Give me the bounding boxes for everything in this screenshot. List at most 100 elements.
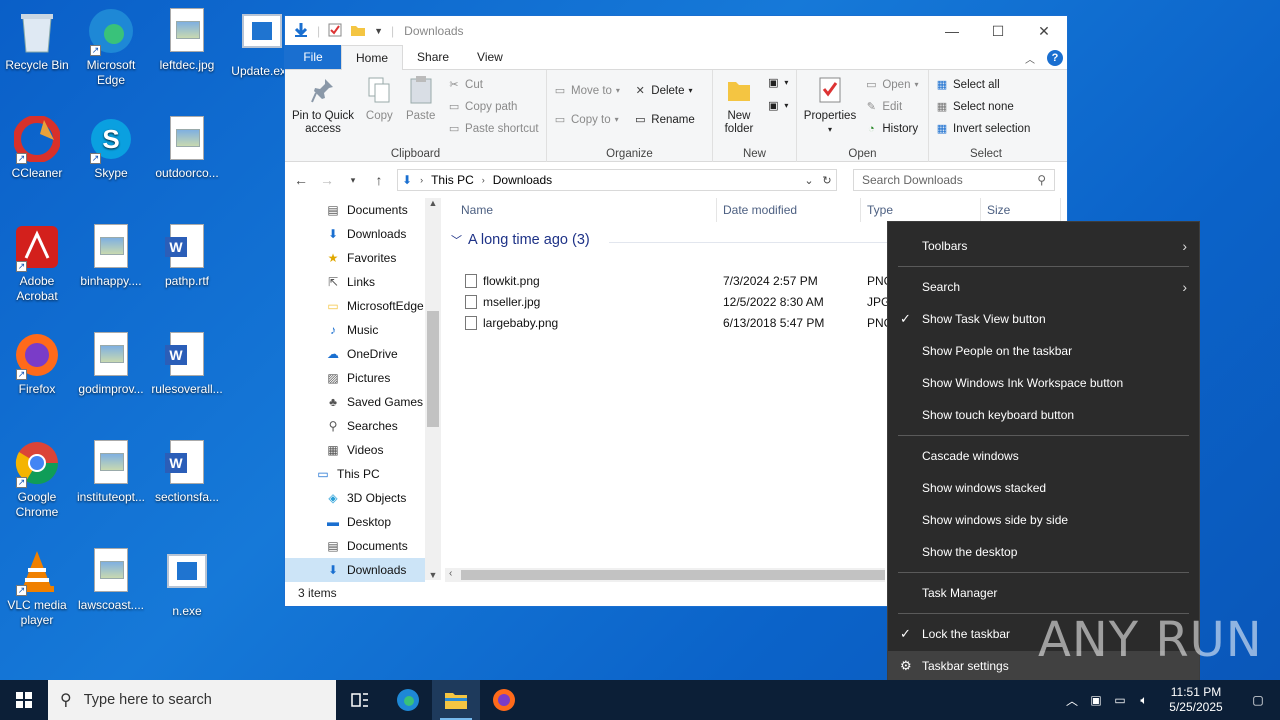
invert-selection-button[interactable]: ▦ Invert selection	[935, 120, 1031, 137]
file-date[interactable]: 12/5/2022 8:30 AM	[723, 291, 824, 312]
help-icon[interactable]: ?	[1047, 50, 1063, 66]
tab-share[interactable]: Share	[403, 45, 463, 69]
desktop-icon-ccleaner[interactable]: ↗ CCleaner	[0, 115, 74, 181]
desktop-icon-google-chrome[interactable]: ↗ Google Chrome	[0, 440, 74, 520]
nav-item-videos[interactable]: ▦ Videos	[285, 438, 425, 462]
customize-qat-chevron-icon[interactable]: ▼	[374, 26, 383, 36]
clock[interactable]: 11:51 PM 5/25/2025	[1156, 685, 1236, 715]
desktop-icon-rulesoverall[interactable]: Wrulesoverall...	[150, 332, 224, 397]
menu-item-show-windows-side-by-side[interactable]: Show windows side by side	[888, 505, 1199, 535]
tab-file[interactable]: File	[285, 45, 341, 69]
easy-access-button[interactable]: ▣ ▾	[766, 97, 788, 114]
nav-item-this-pc[interactable]: ▭ This PC	[285, 462, 425, 486]
menu-item-search[interactable]: Search ›	[888, 272, 1199, 302]
nav-item-onedrive[interactable]: ☁ OneDrive	[285, 342, 425, 366]
desktop-icon-pathp-rtf[interactable]: Wpathp.rtf	[150, 224, 224, 289]
scroll-left-icon[interactable]: ‹	[449, 568, 452, 579]
taskbar-firefox-button[interactable]	[480, 680, 528, 720]
nav-item-desktop[interactable]: ▬ Desktop	[285, 510, 425, 534]
tab-home[interactable]: Home	[341, 45, 404, 70]
device-icon[interactable]: ▣	[1084, 693, 1108, 707]
nav-item-documents[interactable]: ▤ Documents	[285, 534, 425, 558]
nav-item-downloads[interactable]: ⬇ Downloads	[285, 558, 425, 582]
rename-button[interactable]: ▭ Rename	[633, 111, 695, 128]
menu-item-show-task-view-button[interactable]: ✓ Show Task View button	[888, 304, 1199, 334]
column-date-modified[interactable]: Date modified	[717, 198, 861, 222]
menu-item-toolbars[interactable]: Toolbars ›	[888, 231, 1199, 261]
cut-button[interactable]: ✂ Cut	[447, 76, 539, 93]
menu-item-show-touch-keyboard-button[interactable]: Show touch keyboard button	[888, 400, 1199, 430]
nav-item-microsoftedge[interactable]: ▭ MicrosoftEdge	[285, 294, 425, 318]
column-size[interactable]: Size	[981, 198, 1061, 222]
file-name[interactable]: largebaby.png	[465, 312, 558, 333]
nav-item-documents[interactable]: ▤ Documents	[285, 198, 425, 222]
address-bar[interactable]: ⬇ › This PC › Downloads ⌄ ↻	[397, 169, 837, 191]
scroll-down-icon[interactable]: ▼	[425, 570, 441, 580]
pin-to-quick-access-button[interactable]: Pin to Quick access	[291, 74, 355, 136]
menu-item-task-manager[interactable]: Task Manager	[888, 578, 1199, 608]
taskbar-file-explorer-button[interactable]	[432, 680, 480, 720]
maximize-button[interactable]: ☐	[975, 16, 1021, 46]
desktop-icon-skype[interactable]: S ↗ Skype	[74, 116, 148, 181]
nav-item-3d-objects[interactable]: ◈ 3D Objects	[285, 486, 425, 510]
menu-item-show-windows-ink-workspace-button[interactable]: Show Windows Ink Workspace button	[888, 368, 1199, 398]
menu-item-show-windows-stacked[interactable]: Show windows stacked	[888, 473, 1199, 503]
desktop-icon-outdoorco[interactable]: outdoorco...	[150, 116, 224, 181]
nav-item-links[interactable]: ⇱ Links	[285, 270, 425, 294]
nav-item-searches[interactable]: ⚲ Searches	[285, 414, 425, 438]
column-type[interactable]: Type	[861, 198, 981, 222]
collapse-ribbon-chevron-icon[interactable]: ︿	[1025, 51, 1035, 66]
file-name[interactable]: flowkit.png	[465, 270, 540, 291]
menu-item-show-people-on-the-taskbar[interactable]: Show People on the taskbar	[888, 336, 1199, 366]
new-folder-qat-icon[interactable]	[350, 23, 366, 40]
delete-button[interactable]: ✕ Delete ▾	[633, 82, 694, 99]
back-arrow-icon[interactable]: ←	[293, 172, 309, 188]
nav-item-music[interactable]: ♪ Music	[285, 318, 425, 342]
desktop-icon-instituteopt[interactable]: instituteopt...	[74, 440, 148, 505]
nav-item-pictures[interactable]: ▨ Pictures	[285, 366, 425, 390]
desktop-icon-godimprov[interactable]: godimprov...	[74, 332, 148, 397]
desktop-icon-adobe-acrobat[interactable]: ↗ Adobe Acrobat	[0, 224, 74, 304]
tab-view[interactable]: View	[463, 45, 517, 69]
desktop-icon-vlc-media-player[interactable]: ↗ VLC media player	[0, 548, 74, 628]
file-name[interactable]: mseller.jpg	[465, 291, 540, 312]
close-button[interactable]: ✕	[1021, 16, 1067, 46]
edit-button[interactable]: ✎ Edit	[864, 98, 918, 115]
volume-icon[interactable]: 🔈︎	[1132, 693, 1156, 708]
properties-qat-icon[interactable]	[328, 23, 342, 40]
paste-shortcut-button[interactable]: ▭ Paste shortcut	[447, 120, 539, 137]
copy-to-button[interactable]: ▭ Copy to ▾	[553, 111, 620, 128]
minimize-button[interactable]: —	[929, 16, 975, 46]
menu-item-cascade-windows[interactable]: Cascade windows	[888, 441, 1199, 471]
desktop-icon-leftdec-jpg[interactable]: leftdec.jpg	[150, 8, 224, 73]
task-view-button[interactable]	[336, 680, 384, 720]
taskbar-search-box[interactable]: ⚲ Type here to search	[48, 680, 336, 720]
new-item-button[interactable]: ▣ ▾	[766, 74, 788, 91]
open-button[interactable]: ▭ Open ▾	[864, 76, 918, 93]
select-none-button[interactable]: ▦ Select none	[935, 98, 1030, 115]
scroll-up-icon[interactable]: ▲	[425, 198, 441, 212]
desktop-icon-lawscoast[interactable]: lawscoast....	[74, 548, 148, 613]
network-icon[interactable]: ▭	[1108, 693, 1132, 707]
nav-item-favorites[interactable]: ★ Favorites	[285, 246, 425, 270]
up-arrow-icon[interactable]: ↑	[371, 172, 387, 188]
properties-button[interactable]: Properties ▾	[803, 74, 857, 136]
taskbar-edge-button[interactable]	[384, 680, 432, 720]
file-date[interactable]: 6/13/2018 5:47 PM	[723, 312, 824, 333]
select-all-button[interactable]: ▦ Select all	[935, 76, 1030, 93]
file-date[interactable]: 7/3/2024 2:57 PM	[723, 270, 818, 291]
nav-scrollbar[interactable]: ▲ ▼	[425, 198, 441, 580]
group-header[interactable]: ﹀ A long time ago (3)	[451, 232, 1069, 248]
nav-item-downloads[interactable]: ⬇ Downloads	[285, 222, 425, 246]
menu-item-show-the-desktop[interactable]: Show the desktop	[888, 537, 1199, 567]
refresh-icon[interactable]: ↻	[818, 174, 836, 187]
horizontal-scroll-thumb[interactable]	[461, 570, 885, 580]
breadcrumb-downloads[interactable]: Downloads	[493, 173, 552, 187]
start-button[interactable]	[0, 680, 48, 720]
recent-locations-chevron-icon[interactable]: ▾	[345, 175, 361, 186]
desktop-icon-sectionsfa[interactable]: Wsectionsfa...	[150, 440, 224, 505]
forward-arrow-icon[interactable]: →	[319, 172, 335, 188]
copy-path-button[interactable]: ▭ Copy path	[447, 98, 539, 115]
desktop-icon-firefox[interactable]: ↗ Firefox	[0, 332, 74, 397]
address-dropdown-chevron-icon[interactable]: ⌄	[800, 174, 818, 187]
